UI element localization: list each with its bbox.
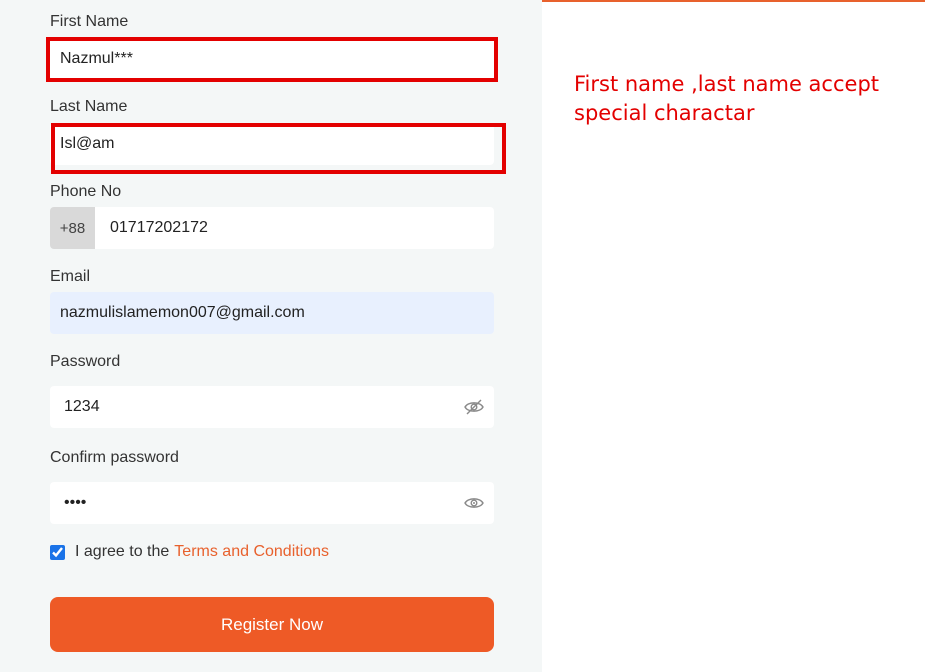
password-input[interactable] — [50, 386, 494, 428]
register-button[interactable]: Register Now — [50, 597, 494, 652]
eye-icon[interactable] — [464, 494, 484, 512]
phone-input[interactable] — [95, 207, 494, 249]
last-name-label: Last Name — [50, 98, 128, 115]
last-name-error-highlight — [51, 123, 506, 174]
terms-agreement: I agree to the Terms and Conditions — [50, 543, 329, 561]
email-input[interactable] — [50, 292, 494, 334]
terms-link[interactable]: Terms and Conditions — [174, 543, 329, 561]
eye-slash-icon[interactable] — [464, 398, 484, 416]
terms-text: I agree to the — [75, 543, 170, 560]
password-label: Password — [50, 353, 121, 370]
password-field-wrapper — [50, 386, 494, 428]
phone-country-code: +88 — [50, 207, 95, 249]
confirm-password-label: Confirm password — [50, 449, 179, 466]
first-name-label: First Name — [50, 13, 129, 30]
first-name-error-highlight — [46, 37, 498, 82]
annotation-note: First name ,last name accept special cha… — [574, 72, 880, 125]
terms-checkbox[interactable] — [50, 544, 65, 560]
confirm-password-input[interactable] — [50, 482, 494, 524]
email-field-wrapper — [50, 292, 494, 334]
confirm-password-field-wrapper — [50, 482, 494, 524]
phone-field-wrapper — [95, 207, 494, 249]
phone-label: Phone No — [50, 183, 122, 200]
email-label: Email — [50, 268, 91, 285]
